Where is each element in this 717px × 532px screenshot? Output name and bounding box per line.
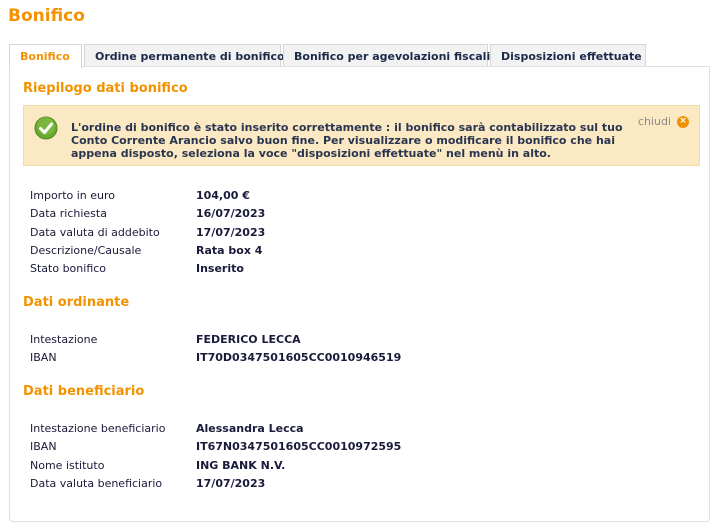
ordinante-section-title: Dati ordinante (23, 295, 130, 310)
field-value: 17/07/2023 (196, 477, 266, 490)
field-value: IT67N0347501605CC0010972595 (196, 440, 402, 453)
field-value: 17/07/2023 (196, 226, 266, 239)
alert-message: L'ordine di bonifico è stato inserito co… (71, 121, 623, 160)
field-value: 104,00 € (196, 189, 250, 202)
page-title: Bonifico (8, 6, 85, 26)
detail-row: Data richiesta 16/07/2023 (30, 207, 265, 221)
detail-row: Importo in euro 104,00 € (30, 189, 250, 203)
field-label: Importo in euro (30, 189, 116, 202)
field-label: Stato bonifico (30, 262, 107, 275)
field-label: IBAN (30, 440, 57, 453)
field-value: 16/07/2023 (196, 207, 266, 220)
check-icon (34, 116, 58, 140)
detail-row: Data valuta di addebito 17/07/2023 (30, 226, 265, 240)
field-label: Intestazione beneficiario (30, 422, 166, 435)
beneficiario-section-title: Dati beneficiario (23, 384, 145, 399)
detail-row: IBAN IT67N0347501605CC0010972595 (30, 440, 401, 454)
tab-disposizioni-effettuate[interactable]: Disposizioni effettuate (490, 44, 646, 67)
detail-row: Descrizione/Causale Rata box 4 (30, 244, 262, 258)
field-label: Intestazione (30, 333, 98, 346)
close-label: chiudi (637, 115, 671, 128)
tab-bonifico[interactable]: Bonifico (9, 44, 82, 68)
close-icon[interactable]: × (677, 115, 689, 128)
detail-row: Stato bonifico Inserito (30, 262, 244, 276)
success-alert: L'ordine di bonifico è stato inserito co… (23, 105, 700, 166)
detail-row: Nome istituto ING BANK N.V. (30, 459, 285, 473)
tab-ordine-permanente[interactable]: Ordine permanente di bonifico (84, 44, 285, 67)
field-label: Data valuta di addebito (30, 226, 160, 239)
detail-row: Data valuta beneficiario 17/07/2023 (30, 477, 265, 491)
field-label: IBAN (30, 351, 57, 364)
detail-row: Intestazione FEDERICO LECCA (30, 333, 301, 347)
field-label: Data valuta beneficiario (30, 477, 163, 490)
field-label: Data richiesta (30, 207, 107, 220)
field-value: ING BANK N.V. (196, 459, 286, 472)
field-value: Alessandra Lecca (196, 422, 304, 435)
field-value: IT70D0347501605CC0010946519 (196, 351, 402, 364)
field-label: Nome istituto (30, 459, 105, 472)
field-label: Descrizione/Causale (30, 244, 142, 257)
detail-row: IBAN IT70D0347501605CC0010946519 (30, 351, 401, 365)
close-alert-button[interactable]: chiudi × (638, 115, 689, 128)
field-value: FEDERICO LECCA (196, 333, 301, 346)
summary-section-title: Riepilogo dati bonifico (23, 81, 188, 96)
field-value: Rata box 4 (196, 244, 263, 257)
tab-agevolazioni-fiscali[interactable]: Bonifico per agevolazioni fiscali (283, 44, 490, 67)
detail-row: Intestazione beneficiario Alessandra Lec… (30, 422, 304, 436)
field-value: Inserito (196, 262, 244, 275)
tab-bar: Bonifico Ordine permanente di bonifico B… (9, 44, 648, 68)
